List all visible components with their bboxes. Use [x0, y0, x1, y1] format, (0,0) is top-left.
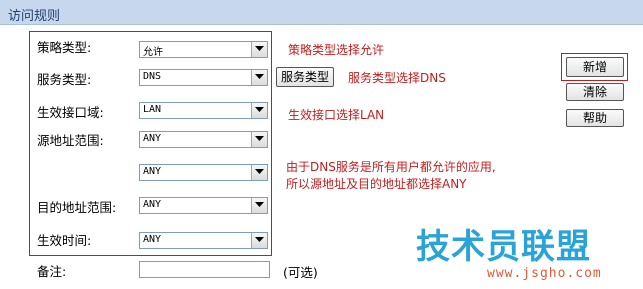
annotation-reason-line1: 由于DNS服务是所有用户都允许的应用, — [286, 160, 496, 174]
policy-type-select[interactable]: 允许 — [139, 41, 268, 58]
watermark-logo: 技术员联盟 — [416, 227, 591, 267]
source-start-value: ANY — [143, 133, 162, 144]
remark-hint: (可选) — [283, 265, 318, 280]
clear-button[interactable]: 清除 — [566, 83, 624, 101]
source-end-value: ANY — [143, 166, 162, 177]
service-type-value: DNS — [143, 71, 162, 82]
chevron-down-icon[interactable] — [251, 233, 267, 248]
service-type-label: 服务类型: — [37, 72, 92, 87]
chevron-down-icon[interactable] — [251, 132, 267, 147]
time-label: 生效时间: — [37, 233, 92, 248]
chevron-down-icon[interactable] — [251, 103, 267, 118]
interface-label: 生效接口域: — [37, 105, 104, 120]
time-select[interactable]: ANY — [139, 232, 268, 249]
chevron-down-icon[interactable] — [251, 165, 267, 180]
section-header: 访问规则 — [0, 0, 643, 25]
remark-input[interactable] — [139, 261, 270, 278]
destination-range-select[interactable]: ANY — [139, 197, 268, 214]
policy-type-value: 允许 — [143, 47, 163, 58]
chevron-down-icon[interactable] — [251, 70, 267, 85]
help-button[interactable]: 帮助 — [566, 109, 624, 127]
time-value: ANY — [143, 234, 162, 245]
chevron-down-icon[interactable] — [251, 42, 267, 57]
annotation-service: 服务类型选择DNS — [348, 71, 446, 85]
service-type-button[interactable]: 服务类型 — [276, 67, 334, 87]
destination-range-label: 目的地址范围: — [37, 200, 117, 215]
interface-value: LAN — [143, 104, 162, 115]
section-title: 访问规则 — [8, 9, 61, 24]
annotation-reason-line2: 所以源地址及目的地址都选择ANY — [286, 177, 467, 191]
remark-label: 备注: — [37, 264, 67, 279]
service-type-select[interactable]: DNS — [139, 69, 268, 86]
new-button[interactable]: 新增 — [566, 57, 624, 77]
destination-value: ANY — [143, 199, 162, 210]
interface-select[interactable]: LAN — [139, 102, 268, 119]
source-range-select-end[interactable]: ANY — [139, 164, 268, 181]
chevron-down-icon[interactable] — [251, 198, 267, 213]
source-range-select-start[interactable]: ANY — [139, 131, 268, 148]
annotation-policy: 策略类型选择允许 — [288, 43, 385, 57]
watermark-url: www.jsgho.com — [487, 266, 602, 281]
policy-type-label: 策略类型: — [37, 40, 92, 55]
annotation-interface: 生效接口选择LAN — [288, 108, 385, 122]
source-range-label: 源地址范围: — [37, 133, 104, 148]
